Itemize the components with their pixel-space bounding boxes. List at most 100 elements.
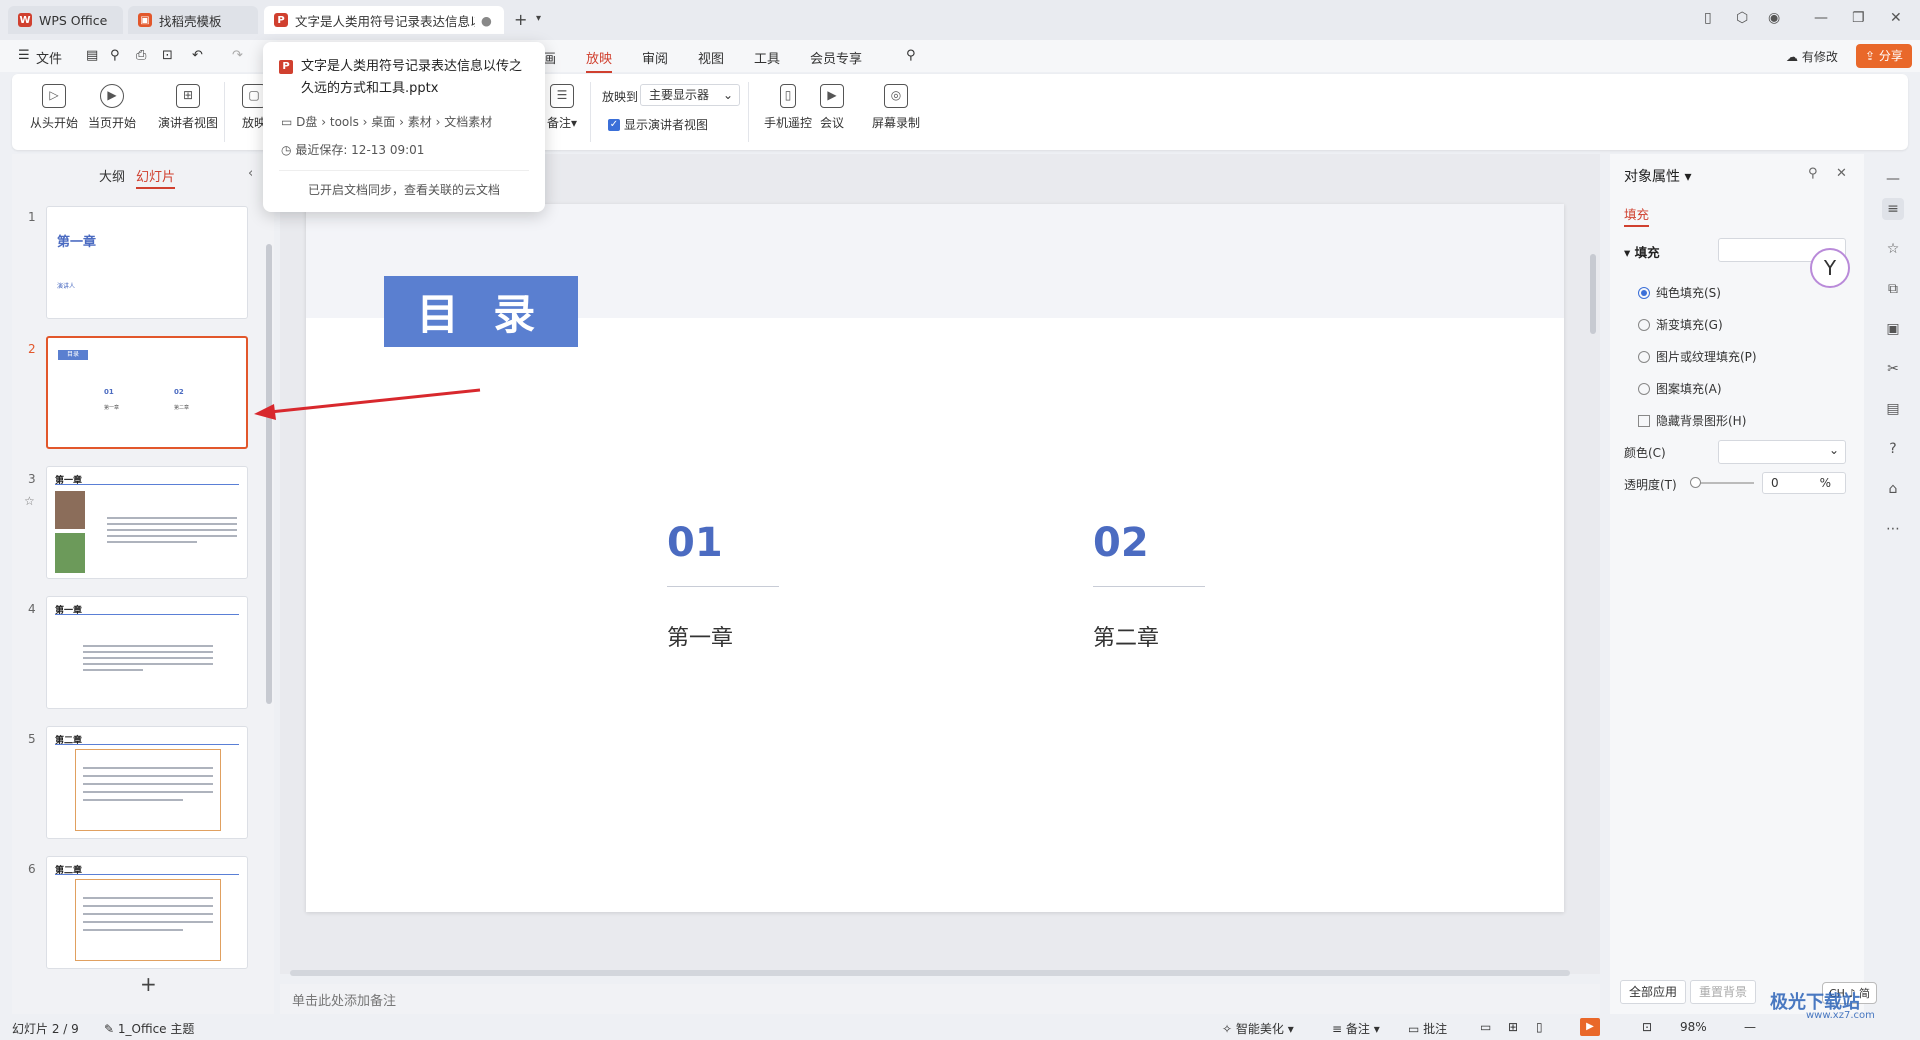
panel-title[interactable]: 对象属性 ▾	[1624, 166, 1691, 186]
toc-item-number[interactable]: 02	[1093, 520, 1149, 566]
apply-all-button[interactable]: 全部应用	[1620, 980, 1687, 1004]
tab-slides[interactable]: 幻灯片	[136, 166, 176, 189]
save-icon[interactable]: ▤	[86, 48, 98, 63]
zoom-out-icon[interactable]: —	[1744, 1020, 1756, 1034]
tab-list-chevron-icon[interactable]: ▾	[536, 13, 541, 24]
chevron-down-icon: ⌄	[722, 88, 733, 102]
transparency-input[interactable]: 0 %	[1762, 472, 1846, 494]
slide-thumbnail-6[interactable]: 第二章	[46, 856, 248, 969]
smart-beautify-button[interactable]: ✧ 智能美化 ▾	[1222, 1020, 1294, 1037]
image-edit-icon[interactable]: ▣	[1882, 318, 1904, 340]
play-slideshow-button[interactable]: ▶	[1580, 1018, 1600, 1036]
slide-thumbnail-2[interactable]: 目录 01 02 第一章 第二章	[46, 336, 248, 449]
phone-remote-button[interactable]: ▯ 手机遥控	[756, 84, 820, 131]
new-tab-button[interactable]: +	[514, 10, 527, 29]
hamburger-icon[interactable]: ☰	[18, 48, 30, 63]
avatar[interactable]: ◉	[1768, 10, 1780, 26]
slide-number: 4	[28, 602, 36, 616]
shirt-icon[interactable]: ⌂	[1882, 478, 1904, 500]
share-button[interactable]: ⇪ 分享	[1856, 44, 1912, 68]
editor-scrollbar-h[interactable]	[290, 970, 1570, 976]
notes-toggle-button[interactable]: ≡ 备注 ▾	[1332, 1020, 1380, 1037]
cube-icon[interactable]: ⬡	[1736, 10, 1748, 26]
slide-thumbnail-3[interactable]: 第一章	[46, 466, 248, 579]
transparency-slider[interactable]	[1694, 482, 1754, 484]
zoom-level[interactable]: 98%	[1680, 1020, 1707, 1034]
undo-icon[interactable]: ↶	[192, 48, 203, 63]
sorter-view-icon[interactable]: ⊞	[1508, 1020, 1518, 1034]
menu-view[interactable]: 视图	[698, 48, 724, 67]
notes-area[interactable]: 单击此处添加备注	[280, 984, 1600, 1014]
play-from-start-button[interactable]: ▷ 从头开始	[22, 84, 86, 131]
slider-handle[interactable]	[1690, 477, 1701, 488]
star-icon[interactable]: ☆	[24, 494, 35, 508]
slide-canvas[interactable]: 目 录 01 第一章 02 第二章	[306, 204, 1564, 912]
toc-item-label[interactable]: 第二章	[1093, 620, 1159, 652]
toc-title[interactable]: 目 录	[384, 276, 578, 347]
play-current-button[interactable]: ▶ 当页开始	[80, 84, 144, 131]
notes-button[interactable]: ☰ 备注▾	[542, 84, 582, 131]
book-icon[interactable]: ▤	[1882, 398, 1904, 420]
reset-bg-button[interactable]: 重置背景	[1690, 980, 1757, 1004]
pin-icon[interactable]: ⚲	[1808, 166, 1818, 181]
option-hide-bg[interactable]: 隐藏背景图形(H)	[1638, 412, 1746, 429]
menu-tools[interactable]: 工具	[754, 48, 780, 67]
tab-outline[interactable]: 大纲	[99, 166, 125, 185]
normal-view-icon[interactable]: ▭	[1480, 1020, 1491, 1034]
menu-member[interactable]: 会员专享	[810, 48, 862, 67]
copy-icon[interactable]: ⧉	[1882, 278, 1904, 300]
tools-icon[interactable]: ✂	[1882, 358, 1904, 380]
screen-record-button[interactable]: ◎ 屏幕录制	[864, 84, 928, 131]
menu-review[interactable]: 审阅	[642, 48, 668, 67]
color-select[interactable]: ⌄	[1718, 440, 1846, 464]
fill-section[interactable]: ▾ 填充	[1624, 242, 1660, 261]
presenter-view-checkbox[interactable]: ✓ 显示演讲者视图	[608, 116, 708, 133]
preview-icon[interactable]: ⊡	[162, 48, 173, 63]
slide-counter: 幻灯片 2 / 9	[12, 1022, 79, 1036]
comments-button[interactable]: ▭ 批注	[1408, 1020, 1447, 1037]
help-icon[interactable]: ?	[1882, 438, 1904, 460]
option-pattern-fill[interactable]: 图案填充(A)	[1638, 380, 1722, 397]
menu-file[interactable]: 文件	[36, 48, 62, 67]
print-icon[interactable]: ⎙	[136, 48, 146, 63]
restore-icon[interactable]: ❐	[1852, 10, 1865, 26]
fit-icon[interactable]: ⊡	[1642, 1020, 1652, 1034]
search-icon[interactable]: ⚲	[906, 48, 916, 63]
revise-status[interactable]: ☁ 有修改	[1786, 48, 1838, 65]
layout-icon[interactable]: ▯	[1704, 10, 1712, 26]
slide-thumbnail-1[interactable]: 第一章 演讲人	[46, 206, 248, 319]
find-icon[interactable]: ⚲	[110, 48, 120, 63]
star-icon[interactable]: ☆	[1882, 238, 1904, 260]
more-icon[interactable]: ⋯	[1882, 518, 1904, 540]
redo-icon[interactable]: ↷	[232, 48, 243, 63]
menu-slideshow[interactable]: 放映	[586, 48, 613, 73]
slide-thumbnail-4[interactable]: 第一章	[46, 596, 248, 709]
presenter-view-button[interactable]: ⊞ 演讲者视图	[148, 84, 228, 131]
editor-scrollbar-v[interactable]	[1590, 254, 1596, 334]
theme-name[interactable]: ✎ 1_Office 主题	[104, 1020, 194, 1037]
tab-document[interactable]: P 文字是人类用符号记录表达信息以 ●	[264, 6, 504, 34]
reading-view-icon[interactable]: ▯	[1536, 1020, 1543, 1034]
tab-fill[interactable]: 填充	[1624, 204, 1650, 227]
thumbnails-scrollbar[interactable]	[266, 244, 272, 704]
display-select[interactable]: 主要显示器 ⌄	[640, 84, 740, 106]
meeting-button[interactable]: ▶ 会议	[812, 84, 852, 131]
tab-docer[interactable]: ▣ 找稻壳模板	[128, 6, 258, 34]
minimize-icon[interactable]: —	[1814, 10, 1828, 26]
option-gradient-fill[interactable]: 渐变填充(G)	[1638, 316, 1723, 333]
close-icon[interactable]: ✕	[1836, 166, 1847, 181]
popup-cloud-link[interactable]: 已开启文档同步，查看关联的云文档	[279, 170, 529, 198]
add-slide-button[interactable]: +	[140, 972, 157, 996]
popup-path[interactable]: ▭ D盘 › tools › 桌面 › 素材 › 文档素材	[281, 108, 529, 136]
collapse-panel-icon[interactable]: ‹	[248, 166, 253, 181]
properties-icon[interactable]: ≡	[1882, 198, 1904, 220]
tab-wps-office[interactable]: W WPS Office	[8, 6, 123, 34]
slide-thumbnail-5[interactable]: 第二章	[46, 726, 248, 839]
minus-icon[interactable]: —	[1882, 168, 1904, 190]
toc-item-number[interactable]: 01	[667, 520, 723, 566]
assistant-icon[interactable]: Y	[1810, 248, 1850, 288]
option-picture-fill[interactable]: 图片或纹理填充(P)	[1638, 348, 1757, 365]
toc-item-label[interactable]: 第一章	[667, 620, 733, 652]
option-solid-fill[interactable]: 纯色填充(S)	[1638, 284, 1721, 301]
close-icon[interactable]: ✕	[1890, 10, 1902, 26]
